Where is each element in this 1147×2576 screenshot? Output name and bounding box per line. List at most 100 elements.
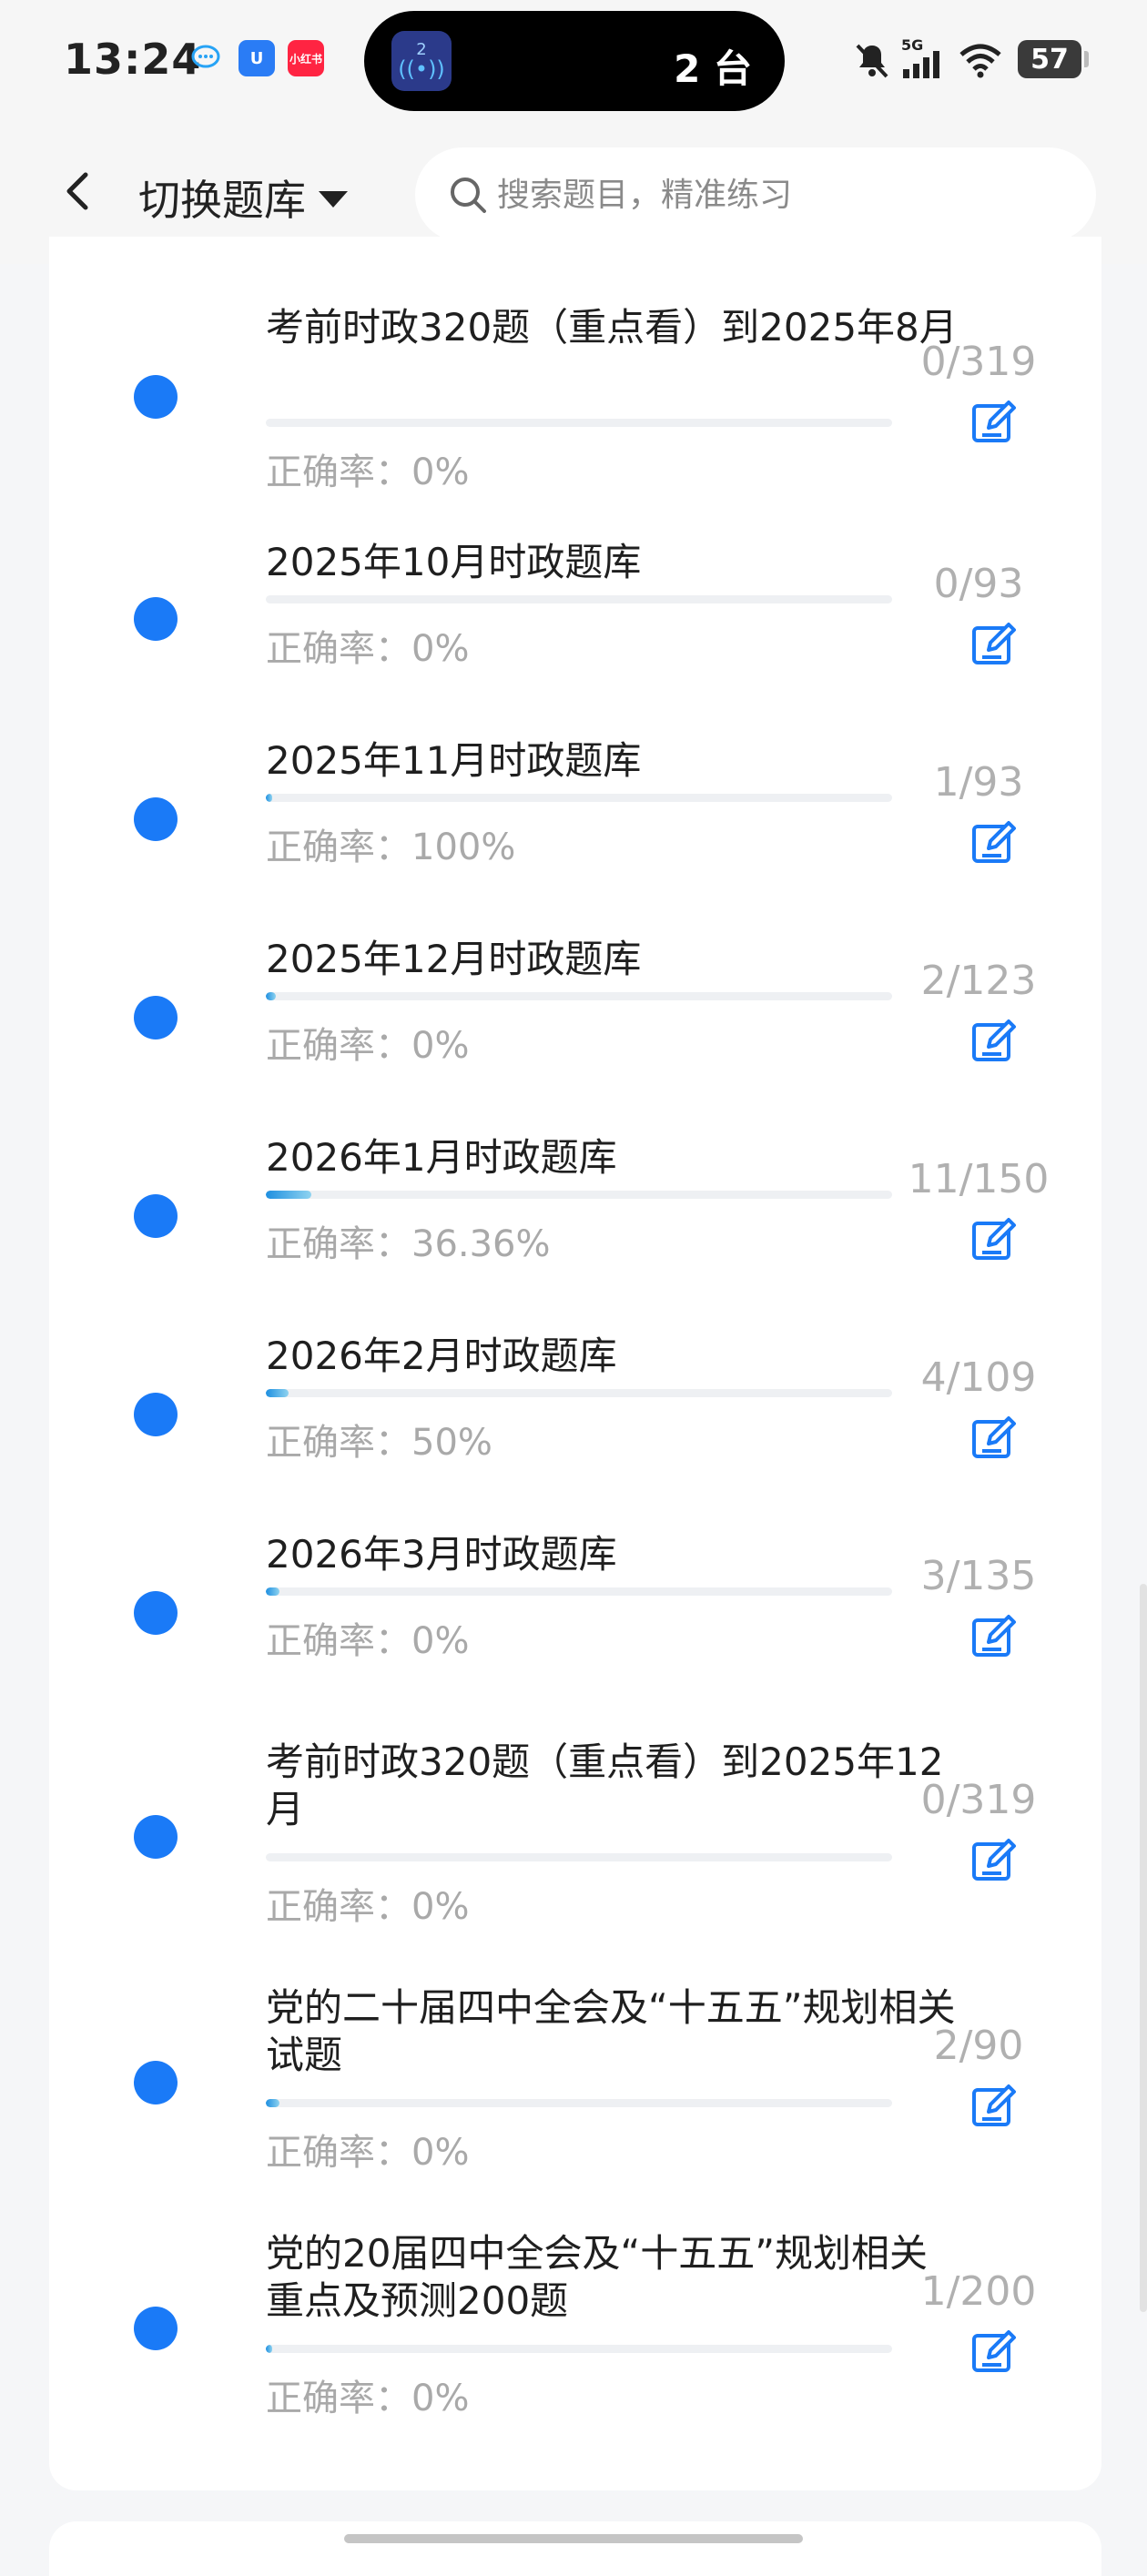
edit-icon[interactable] xyxy=(970,1214,1020,1263)
mute-bell-icon xyxy=(856,44,888,78)
item-accuracy: 正确率：36.36% xyxy=(266,1223,551,1265)
progress-fill xyxy=(266,1389,289,1397)
item-accuracy: 正确率：0% xyxy=(266,628,470,670)
list-item[interactable]: 党的二十届四中全会及“十五五”规划相关试题 正确率：0% 2/90 xyxy=(49,1939,1101,2185)
progress-fill xyxy=(266,794,273,802)
switch-bank-label: 切换题库 xyxy=(138,176,306,225)
edit-icon[interactable] xyxy=(970,1413,1020,1462)
item-accuracy: 正确率：0% xyxy=(266,451,470,493)
item-count: 11/150 xyxy=(908,1156,1050,1202)
status-bar: 13:24 U 小红书 2 ((•)) 2 台 5G 57 xyxy=(0,0,1147,127)
list-item[interactable]: 党的20届四中全会及“十五五”规划相关重点及预测200题 正确率：0% 1/20… xyxy=(49,2185,1101,2430)
progress-bar xyxy=(266,1587,892,1596)
progress-bar xyxy=(266,595,892,603)
progress-fill xyxy=(266,1191,312,1199)
item-title: 考前时政320题（重点看）到2025年12月 xyxy=(266,1739,944,1831)
item-accuracy: 正确率：100% xyxy=(266,827,516,868)
back-button[interactable] xyxy=(51,164,106,218)
edit-icon[interactable] xyxy=(970,397,1020,446)
bullet-dot-icon xyxy=(134,797,178,841)
battery-indicator: 57 xyxy=(1018,40,1089,78)
edit-icon[interactable] xyxy=(970,2327,1020,2376)
item-count: 3/135 xyxy=(920,1553,1037,1599)
edit-icon[interactable] xyxy=(970,817,1020,867)
xiaohongshu-icon: 小红书 xyxy=(288,40,324,76)
item-count: 2/123 xyxy=(920,958,1037,1004)
item-count: 2/90 xyxy=(933,2023,1024,2069)
item-count: 1/200 xyxy=(920,2268,1037,2315)
list-item[interactable]: 考前时政320题（重点看）到2025年8月 正确率：0% 0/319 xyxy=(49,237,1101,501)
bullet-dot-icon xyxy=(134,1591,178,1635)
list-item[interactable]: 2026年1月时政题库 正确率：36.36% 11/150 xyxy=(49,1098,1101,1296)
item-accuracy: 正确率：0% xyxy=(266,1025,470,1067)
item-title: 2025年11月时政题库 xyxy=(266,738,642,783)
progress-bar xyxy=(266,2345,892,2353)
bullet-dot-icon xyxy=(134,2061,178,2104)
chat-icon xyxy=(188,40,224,76)
signal-icon: 5G xyxy=(901,36,943,82)
item-accuracy: 正确率：0% xyxy=(266,2132,470,2174)
edit-icon[interactable] xyxy=(970,2081,1020,2130)
list-item[interactable]: 2025年10月时政题库 正确率：0% 0/93 xyxy=(49,501,1101,701)
item-title: 2026年3月时政题库 xyxy=(266,1532,617,1577)
item-title: 2026年1月时政题库 xyxy=(266,1135,617,1180)
item-title: 2025年12月时政题库 xyxy=(266,937,642,981)
app-u-icon: U xyxy=(239,40,275,76)
bullet-dot-icon xyxy=(134,597,178,641)
search-box[interactable] xyxy=(415,147,1096,242)
progress-bar xyxy=(266,992,892,1000)
progress-fill xyxy=(266,2345,272,2353)
item-accuracy: 正确率：0% xyxy=(266,1620,470,1662)
item-count: 0/93 xyxy=(933,561,1024,607)
next-card xyxy=(49,2521,1101,2576)
bullet-dot-icon xyxy=(134,1194,178,1238)
chevron-left-icon xyxy=(66,172,88,210)
list-item[interactable]: 2025年11月时政题库 正确率：100% 1/93 xyxy=(49,701,1101,899)
home-indicator[interactable] xyxy=(344,2534,803,2543)
list-item[interactable]: 2026年2月时政题库 正确率：50% 4/109 xyxy=(49,1296,1101,1495)
item-count: 0/319 xyxy=(920,339,1037,385)
progress-fill xyxy=(266,992,277,1000)
item-count: 1/93 xyxy=(933,759,1024,806)
item-title: 2026年2月时政题库 xyxy=(266,1334,617,1378)
progress-bar xyxy=(266,1191,892,1199)
item-title: 党的二十届四中全会及“十五五”规划相关试题 xyxy=(266,1985,956,2077)
bullet-dot-icon xyxy=(134,1815,178,1859)
status-time: 13:24 xyxy=(64,35,202,84)
list-item[interactable]: 2026年3月时政题库 正确率：0% 3/135 xyxy=(49,1495,1101,1693)
bullet-dot-icon xyxy=(134,996,178,1040)
item-title: 考前时政320题（重点看）到2025年8月 xyxy=(266,305,958,350)
progress-fill xyxy=(266,1587,280,1596)
progress-bar xyxy=(266,1853,892,1861)
item-title: 2025年10月时政题库 xyxy=(266,540,642,584)
search-icon xyxy=(451,177,486,213)
list-item[interactable]: 考前时政320题（重点看）到2025年12月 正确率：0% 0/319 xyxy=(49,1693,1101,1939)
caret-down-icon xyxy=(319,191,348,208)
item-count: 0/319 xyxy=(920,1777,1037,1823)
bullet-dot-icon xyxy=(134,2307,178,2350)
edit-icon[interactable] xyxy=(970,1611,1020,1660)
progress-bar xyxy=(266,794,892,802)
item-accuracy: 正确率：50% xyxy=(266,1422,492,1464)
bullet-dot-icon xyxy=(134,375,178,419)
item-accuracy: 正确率：0% xyxy=(266,1886,470,1928)
bullet-dot-icon xyxy=(134,1393,178,1436)
wifi-icon xyxy=(959,44,1001,78)
item-accuracy: 正确率：0% xyxy=(266,2378,470,2419)
scrollbar[interactable] xyxy=(1140,1584,1147,2312)
pill-text: 2 台 xyxy=(674,46,752,91)
dynamic-island[interactable]: 2 ((•)) 2 台 xyxy=(364,11,785,111)
edit-icon[interactable] xyxy=(970,1835,1020,1884)
broadcast-icon: 2 ((•)) xyxy=(391,31,452,91)
edit-icon[interactable] xyxy=(970,619,1020,668)
question-bank-list: 考前时政320题（重点看）到2025年8月 正确率：0% 0/319 2025年… xyxy=(49,237,1101,2490)
search-input[interactable] xyxy=(495,175,1081,215)
edit-icon[interactable] xyxy=(970,1016,1020,1065)
progress-bar xyxy=(266,419,892,427)
item-count: 4/109 xyxy=(920,1354,1037,1401)
progress-bar xyxy=(266,1389,892,1397)
item-title: 党的20届四中全会及“十五五”规划相关重点及预测200题 xyxy=(266,2231,928,2323)
list-item[interactable]: 2025年12月时政题库 正确率：0% 2/123 xyxy=(49,899,1101,1098)
progress-bar xyxy=(266,2099,892,2107)
switch-bank-button[interactable]: 切换题库 xyxy=(138,167,348,228)
